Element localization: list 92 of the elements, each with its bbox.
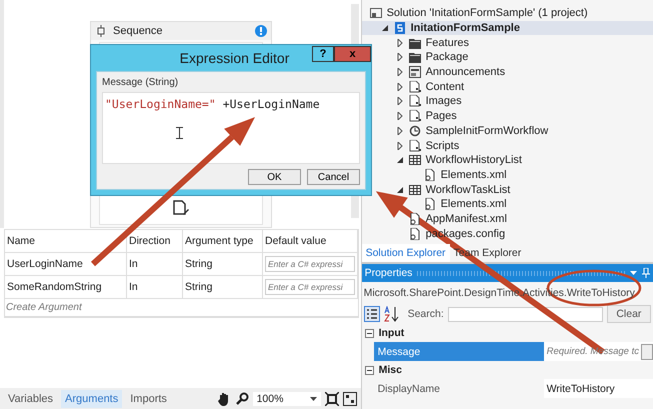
expand-arrow-icon[interactable] bbox=[396, 53, 404, 62]
solution-label[interactable]: Solution 'InitationFormSample' (1 project) bbox=[386, 7, 588, 20]
bottom-tab[interactable]: Arguments bbox=[61, 390, 122, 408]
clear-button[interactable]: Clear bbox=[606, 305, 651, 323]
overview-icon[interactable] bbox=[342, 392, 357, 406]
collapse-icon[interactable] bbox=[364, 328, 374, 338]
explorer-tab[interactable]: Solution Explorer bbox=[362, 244, 450, 262]
table-icon bbox=[408, 154, 421, 166]
column-header: Direction bbox=[127, 230, 183, 252]
tree-item[interactable]: Features bbox=[426, 36, 469, 49]
module-icon bbox=[408, 95, 421, 108]
folder-icon bbox=[408, 36, 421, 49]
caret-icon bbox=[310, 396, 317, 400]
table-cell: In bbox=[127, 253, 183, 275]
solution-icon bbox=[370, 7, 382, 20]
search-icon[interactable] bbox=[234, 392, 249, 406]
search-field[interactable] bbox=[448, 306, 603, 322]
expand-arrow-icon[interactable] bbox=[396, 68, 404, 76]
table-cell: String bbox=[183, 253, 263, 275]
ok-button[interactable]: OK bbox=[248, 169, 301, 185]
module-icon bbox=[408, 80, 421, 93]
workflow-icon bbox=[408, 124, 421, 137]
sort-alpha-icon[interactable] bbox=[384, 306, 400, 322]
list-icon bbox=[408, 66, 421, 78]
tree-item[interactable]: Images bbox=[426, 95, 462, 108]
collapse-arrow-icon[interactable] bbox=[396, 186, 404, 194]
property-name[interactable]: DisplayName bbox=[374, 379, 544, 398]
expand-arrow-icon[interactable] bbox=[396, 97, 404, 106]
column-header: Argument type bbox=[183, 230, 263, 252]
file-icon bbox=[408, 212, 421, 225]
tree-item[interactable]: Elements.xml bbox=[440, 168, 507, 181]
expand-arrow-icon[interactable] bbox=[396, 38, 404, 47]
expand-arrow-icon[interactable] bbox=[396, 112, 404, 120]
bottom-tab[interactable]: Variables bbox=[4, 390, 58, 408]
close-button[interactable]: x bbox=[334, 46, 371, 62]
hand-icon[interactable] bbox=[216, 392, 231, 406]
zoom-dropdown[interactable]: 100% bbox=[252, 392, 321, 406]
create-argument-link[interactable]: Create Argument bbox=[5, 299, 358, 317]
text-cursor-icon bbox=[176, 127, 183, 139]
tree-item[interactable]: Content bbox=[426, 80, 464, 93]
project-icon bbox=[394, 22, 406, 34]
property-name[interactable]: Message bbox=[374, 342, 544, 361]
expand-arrow-icon[interactable] bbox=[396, 142, 404, 150]
table-cell: In bbox=[127, 276, 183, 298]
file-icon bbox=[424, 168, 436, 181]
help-button[interactable]: ? bbox=[312, 46, 334, 62]
collapse-arrow-icon[interactable] bbox=[380, 24, 389, 32]
file-icon bbox=[408, 228, 421, 240]
tree-item[interactable]: WorkflowHistoryList bbox=[426, 154, 522, 166]
tree-item[interactable]: WorkflowTaskList bbox=[426, 184, 510, 196]
column-header: Name bbox=[5, 230, 127, 252]
panel-title: Properties bbox=[364, 267, 412, 279]
table-cell: String bbox=[183, 276, 263, 298]
category-label: Input bbox=[378, 327, 404, 339]
tree-item[interactable]: Announcements bbox=[426, 66, 506, 78]
tree-item[interactable]: SampleInitFormWorkflow bbox=[426, 124, 548, 137]
module-icon bbox=[408, 110, 421, 122]
dialog-title: Expression Editor bbox=[178, 50, 290, 66]
search-label: Search: bbox=[408, 308, 444, 320]
bottom-tab[interactable]: Imports bbox=[126, 390, 171, 408]
default-value-field[interactable]: Enter a C# expressi bbox=[265, 256, 355, 272]
sequence-icon bbox=[95, 25, 107, 37]
activity-icon bbox=[172, 198, 190, 216]
module-icon bbox=[408, 140, 421, 152]
warning-icon bbox=[255, 25, 267, 37]
cancel-button[interactable]: Cancel bbox=[307, 169, 360, 185]
file-icon bbox=[424, 198, 436, 210]
category-label: Misc bbox=[378, 364, 402, 376]
dropdown-icon bbox=[630, 271, 637, 275]
tree-item[interactable]: AppManifest.xml bbox=[426, 212, 507, 225]
tree-item[interactable]: Scripts bbox=[426, 140, 460, 152]
tree-item[interactable]: Package bbox=[426, 51, 468, 64]
zoom-value: 100% bbox=[256, 392, 284, 404]
table-icon bbox=[408, 184, 421, 196]
pin-icon bbox=[642, 268, 650, 278]
table-cell: SomeRandomString bbox=[5, 276, 127, 298]
sequence-title: Sequence bbox=[113, 25, 164, 37]
expression-field[interactable]: "UserLoginName=" +UserLoginName bbox=[102, 92, 360, 164]
expand-arrow-icon[interactable] bbox=[396, 82, 404, 91]
browse-button[interactable] bbox=[641, 344, 653, 360]
tree-item[interactable]: Pages bbox=[426, 110, 457, 122]
categorized-icon[interactable] bbox=[364, 306, 380, 322]
column-header: Default value bbox=[263, 230, 358, 252]
tree-item[interactable]: Elements.xml bbox=[440, 198, 507, 210]
table-cell: UserLoginName bbox=[5, 253, 127, 275]
collapse-icon[interactable] bbox=[364, 366, 374, 374]
collapse-arrow-icon[interactable] bbox=[396, 156, 404, 164]
expand-arrow-icon[interactable] bbox=[396, 126, 404, 135]
folder-icon bbox=[408, 51, 421, 64]
default-value-field[interactable]: Enter a C# expressi bbox=[265, 279, 355, 295]
fit-icon[interactable] bbox=[324, 392, 339, 406]
field-label: Message (String) bbox=[102, 77, 180, 88]
